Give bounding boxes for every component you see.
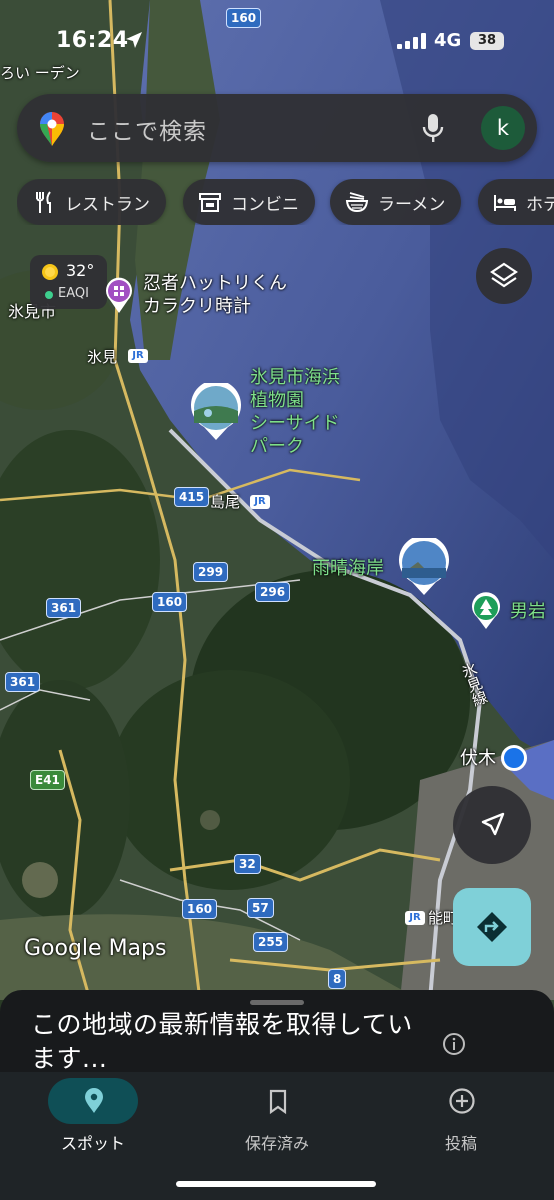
route-shield: 299 [193, 562, 229, 582]
route-shield: 361 [5, 672, 41, 692]
home-indicator [176, 1181, 376, 1187]
weather-temperature: 32° [66, 261, 95, 280]
weather-widget[interactable]: 32° EAQI [30, 255, 107, 309]
poi-label-oiwa[interactable]: 男岩 [510, 600, 546, 623]
recenter-location-button[interactable] [453, 786, 531, 864]
route-shield: 361 [46, 598, 82, 618]
poi-label-amaharashi[interactable]: 雨晴海岸 [312, 557, 384, 580]
location-pin-icon [85, 1088, 103, 1113]
status-bar: 16:24 4G 38 [0, 24, 554, 60]
jr-station-icon: JR [250, 495, 270, 509]
photo-pin-icon [191, 383, 241, 440]
category-chips: レストラン コンビニ ラーメン ホテ [17, 179, 554, 225]
route-shield: 255 [253, 932, 289, 952]
route-shield: 296 [255, 582, 291, 602]
navigation-arrow-icon [481, 812, 505, 836]
poi-label-ninja-clock[interactable]: 忍者ハットリくん カラクリ時計 [143, 272, 287, 318]
network-type: 4G [434, 30, 462, 51]
restaurant-icon [36, 191, 51, 213]
tab-label: スポット [60, 1134, 125, 1153]
tab-label: 保存済み [244, 1134, 309, 1153]
tab-contribute[interactable]: 投稿 [394, 1072, 534, 1172]
map-label-partial: ろい ーデン [0, 64, 80, 82]
chip-convenience-store[interactable]: コンビニ [183, 179, 315, 225]
sheet-loading-message: この地域の最新情報を取得しています... [31, 1010, 413, 1073]
bookmark-icon [269, 1089, 287, 1115]
attraction-pin-icon [106, 277, 132, 313]
sun-icon [42, 264, 58, 280]
layers-icon [490, 262, 518, 288]
tab-saved[interactable]: 保存済み [210, 1072, 350, 1172]
microphone-icon[interactable] [421, 112, 445, 144]
my-location-dot [501, 745, 527, 771]
poi-marker-amaharashi[interactable] [398, 538, 450, 596]
search-input[interactable]: ここで検索 [87, 112, 207, 146]
station-label-himi: 氷見 [87, 348, 118, 366]
google-maps-logo-icon [40, 112, 64, 146]
info-icon[interactable] [442, 1032, 466, 1056]
route-shield: E41 [30, 770, 65, 790]
directions-button[interactable] [453, 888, 531, 966]
park-pin-icon [472, 592, 500, 629]
jr-station-icon: JR [128, 349, 148, 363]
map-layers-button[interactable] [476, 248, 532, 304]
google-maps-watermark: Google Maps [24, 936, 167, 961]
battery-icon: 38 [470, 32, 504, 50]
route-shield: 415 [174, 487, 210, 507]
route-shield: 32 [234, 854, 261, 874]
chip-restaurant[interactable]: レストラン [17, 179, 166, 225]
route-shield: 57 [247, 898, 274, 918]
sheet-drag-handle[interactable] [250, 1000, 304, 1005]
photo-pin-icon [399, 538, 449, 595]
tab-label: 投稿 [444, 1134, 477, 1153]
avatar[interactable]: k [481, 106, 525, 150]
chip-label: コンビニ [231, 194, 299, 215]
route-shield: 160 [182, 899, 218, 919]
chip-label: ラーメン [378, 194, 446, 215]
poi-label-seaside-park[interactable]: 氷見市海浜 植物園 シーサイド パーク [250, 366, 340, 458]
status-time: 16:24 [56, 28, 129, 53]
poi-marker-oiwa[interactable] [470, 592, 502, 630]
aqi-label: EAQI [58, 286, 89, 301]
add-circle-icon [449, 1088, 475, 1114]
chip-hotel[interactable]: ホテ [478, 179, 554, 225]
poi-marker-ninja-clock[interactable] [104, 276, 134, 314]
tab-spots[interactable]: スポット [26, 1072, 166, 1172]
ramen-icon [345, 192, 369, 213]
hotel-icon [494, 195, 516, 211]
route-shield: 8 [328, 969, 347, 989]
location-arrow-icon [126, 32, 142, 48]
aqi-status-dot [45, 291, 53, 299]
jr-station-icon: JR [405, 911, 425, 925]
station-label-shimao: 島尾 [210, 493, 241, 511]
poi-marker-seaside-park[interactable] [190, 383, 242, 441]
chip-label: レストラン [65, 194, 150, 215]
chip-label: ホテ [526, 194, 554, 215]
directions-icon [477, 912, 507, 942]
convenience-store-icon [199, 193, 221, 212]
search-bar[interactable]: ここで検索 k [17, 94, 537, 162]
station-label-fushiki: 伏木 [460, 748, 496, 769]
chip-ramen[interactable]: ラーメン [330, 179, 462, 225]
signal-bars-icon [397, 33, 426, 49]
route-shield: 160 [152, 592, 188, 612]
